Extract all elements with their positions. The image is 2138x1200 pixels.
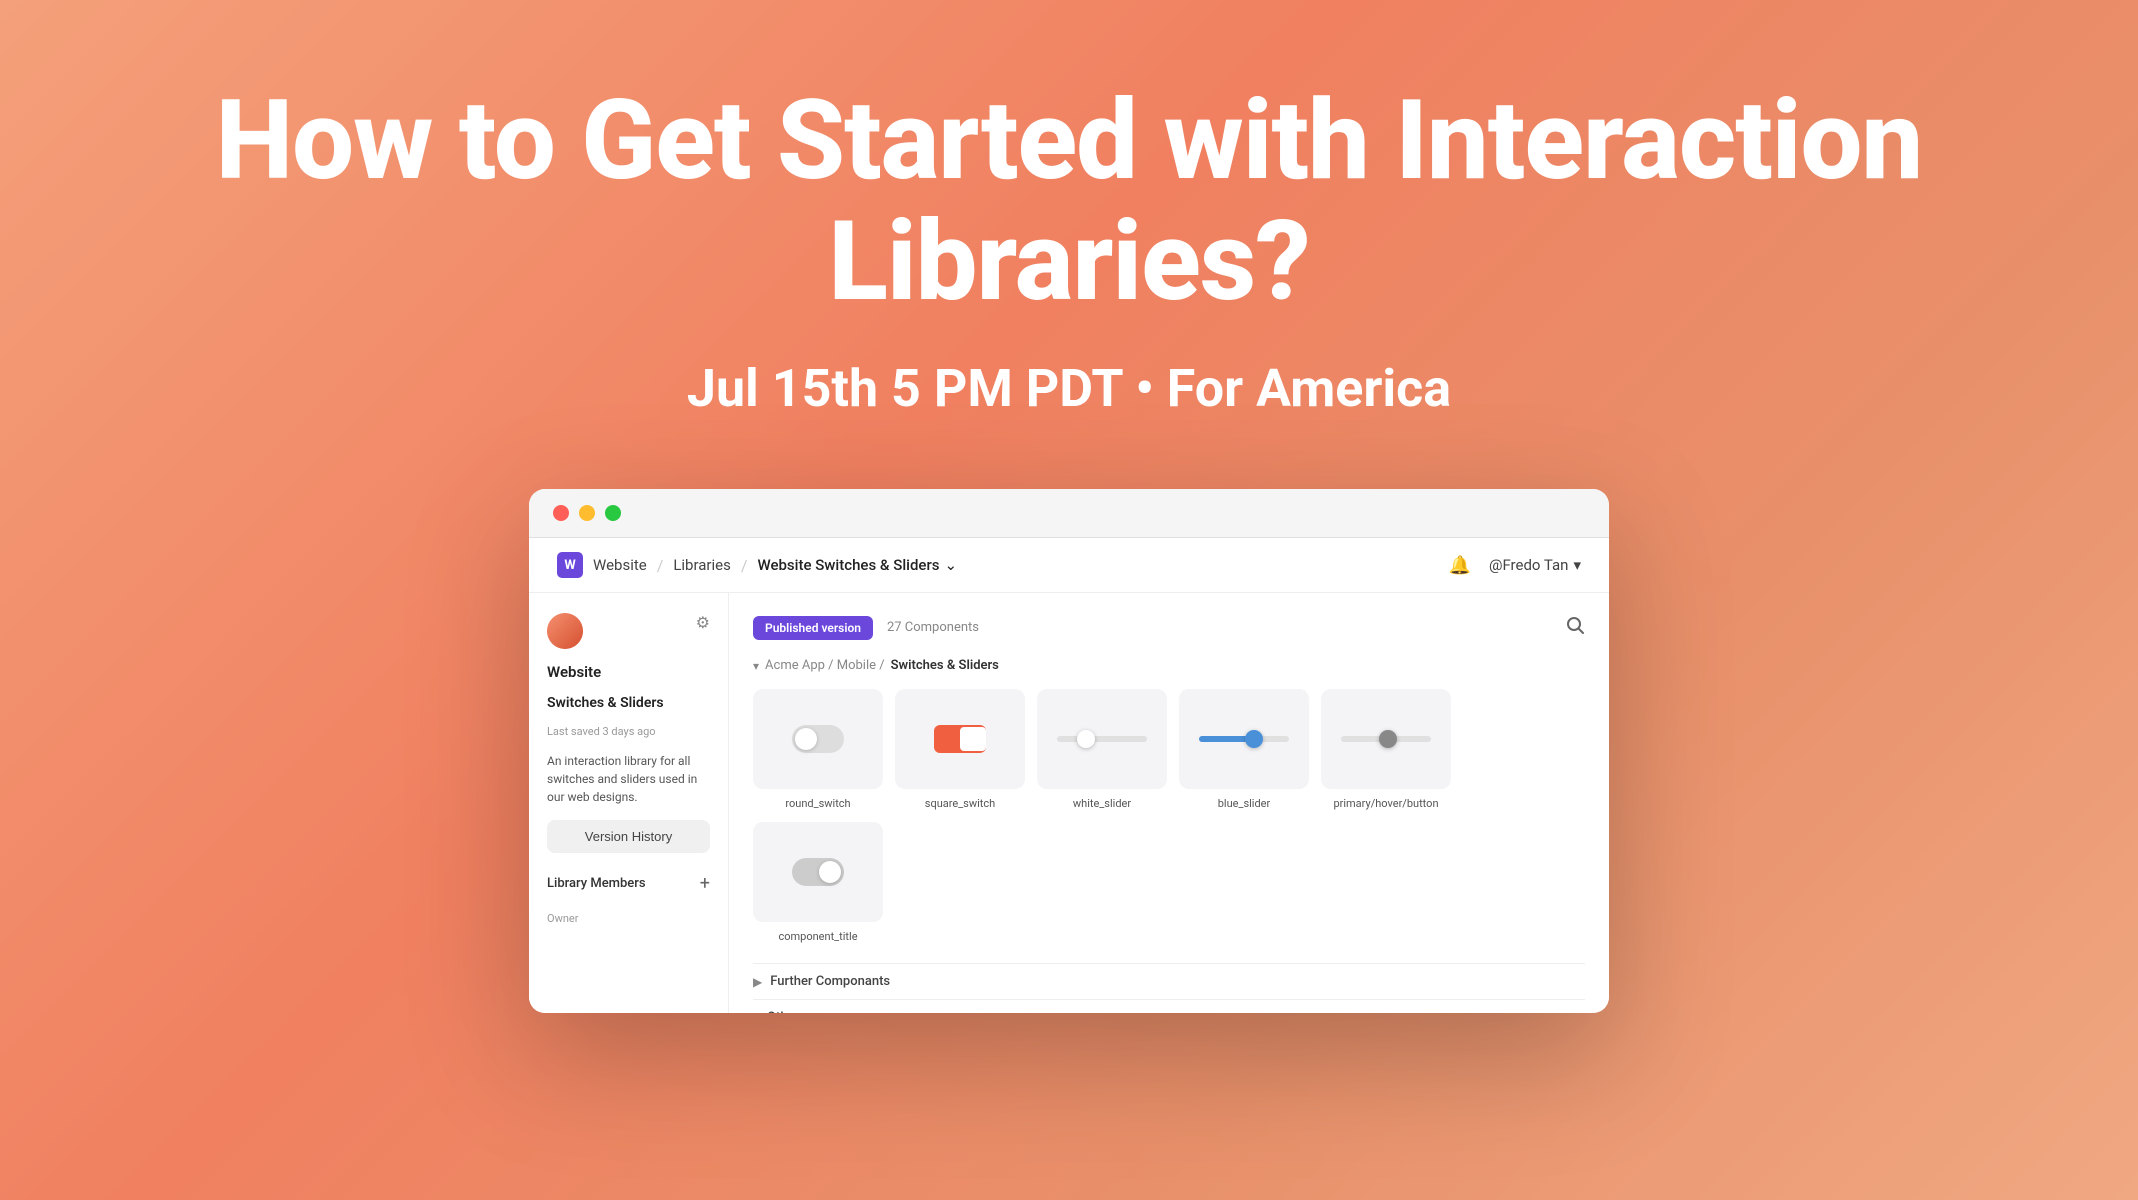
nav-website[interactable]: Website bbox=[593, 556, 647, 574]
white-slider-thumb bbox=[1077, 730, 1095, 748]
round-switch-thumb bbox=[795, 728, 817, 750]
component-item-primary-slider[interactable]: primary/hover/button bbox=[1321, 689, 1451, 810]
component-card-blue-slider bbox=[1179, 689, 1309, 789]
nav-sep-2: / bbox=[741, 556, 748, 575]
further-components-label: Further Componants bbox=[770, 974, 890, 989]
hero-section: How to Get Started with Interaction Libr… bbox=[0, 0, 2138, 479]
breadcrumb-current: Switches & Sliders bbox=[891, 658, 999, 673]
primary-slider-label: primary/hover/button bbox=[1333, 797, 1438, 810]
others-section[interactable]: ▾ Others bbox=[753, 999, 1585, 1013]
panel-header: Published version 27 Components bbox=[753, 615, 1585, 640]
traffic-light-yellow[interactable] bbox=[579, 505, 595, 521]
hero-title: How to Get Started with Interaction Libr… bbox=[20, 80, 2118, 322]
blue-slider-label: blue_slider bbox=[1218, 797, 1271, 810]
traffic-light-red[interactable] bbox=[553, 505, 569, 521]
traffic-light-green[interactable] bbox=[605, 505, 621, 521]
blue-slider-thumb bbox=[1245, 730, 1263, 748]
component-card-round-switch bbox=[753, 689, 883, 789]
nav-bar: W Website / Libraries / Website Switches… bbox=[529, 538, 1609, 593]
nav-current-page[interactable]: Website Switches & Sliders ⌄ bbox=[757, 556, 957, 574]
user-dropdown-icon: ▾ bbox=[1573, 556, 1581, 574]
gray-slider-thumb bbox=[1379, 730, 1397, 748]
published-badge: Published version bbox=[753, 616, 873, 640]
breadcrumb-toggle-icon[interactable]: ▾ bbox=[753, 659, 759, 673]
panel-header-left: Published version 27 Components bbox=[753, 616, 979, 640]
main-content: ⚙ Website Switches & Sliders Last saved … bbox=[529, 593, 1609, 1013]
sidebar-description: An interaction library for all switches … bbox=[547, 752, 710, 806]
bell-icon[interactable]: 🔔 bbox=[1449, 555, 1471, 576]
others-label: Others bbox=[767, 1010, 806, 1013]
component-card-square-switch bbox=[895, 689, 1025, 789]
further-chevron-icon: ▶ bbox=[753, 975, 762, 989]
component-grid: round_switch square_switch bbox=[753, 689, 1585, 943]
further-components-section[interactable]: ▶ Further Componants bbox=[753, 963, 1585, 999]
square-switch-track bbox=[934, 725, 986, 753]
square-switch-thumb bbox=[960, 727, 986, 751]
app-window: W Website / Libraries / Website Switches… bbox=[529, 489, 1609, 1013]
sidebar-title: Website bbox=[547, 663, 710, 681]
component-card-component-title bbox=[753, 822, 883, 922]
breadcrumb-row: ▾ Acme App / Mobile / Switches & Sliders bbox=[753, 658, 1585, 673]
add-member-icon[interactable]: + bbox=[700, 873, 710, 894]
component-card-primary-slider bbox=[1321, 689, 1451, 789]
library-members-label: Library Members bbox=[547, 876, 646, 891]
library-members-section: Library Members + bbox=[547, 873, 710, 894]
component-card-white-slider bbox=[1037, 689, 1167, 789]
nav-left: W Website / Libraries / Website Switches… bbox=[557, 552, 957, 578]
hero-subtitle: Jul 15th 5 PM PDT • For America bbox=[20, 358, 2118, 419]
component-item-component-title[interactable]: component_title bbox=[753, 822, 883, 943]
version-history-button[interactable]: Version History bbox=[547, 820, 710, 853]
owner-label: Owner bbox=[547, 912, 710, 925]
components-count: 27 Components bbox=[887, 620, 979, 635]
nav-user[interactable]: @Fredo Tan ▾ bbox=[1489, 556, 1581, 574]
white-slider-track bbox=[1057, 736, 1147, 742]
nav-dropdown-icon: ⌄ bbox=[944, 556, 957, 574]
comp-switch-thumb bbox=[819, 861, 841, 883]
square-switch-label: square_switch bbox=[925, 797, 995, 810]
blue-slider-track bbox=[1199, 736, 1289, 742]
sidebar-meta: Last saved 3 days ago bbox=[547, 725, 710, 738]
right-panel: Published version 27 Components ▾ Acme A… bbox=[729, 593, 1609, 1013]
nav-libraries[interactable]: Libraries bbox=[673, 556, 731, 574]
component-item-square-switch[interactable]: square_switch bbox=[895, 689, 1025, 810]
sidebar: ⚙ Website Switches & Sliders Last saved … bbox=[529, 593, 729, 1013]
component-item-blue-slider[interactable]: blue_slider bbox=[1179, 689, 1309, 810]
nav-sep-1: / bbox=[657, 556, 664, 575]
comp-switch-track bbox=[792, 858, 844, 886]
avatar-image bbox=[547, 613, 583, 649]
component-item-white-slider[interactable]: white_slider bbox=[1037, 689, 1167, 810]
component-item-round-switch[interactable]: round_switch bbox=[753, 689, 883, 810]
nav-right: 🔔 @Fredo Tan ▾ bbox=[1449, 555, 1581, 576]
white-slider-label: white_slider bbox=[1073, 797, 1131, 810]
round-switch-label: round_switch bbox=[785, 797, 850, 810]
sidebar-subtitle: Switches & Sliders bbox=[547, 695, 710, 711]
avatar bbox=[547, 613, 583, 649]
others-chevron-icon: ▾ bbox=[753, 1011, 759, 1014]
nav-logo[interactable]: W bbox=[557, 552, 583, 578]
sidebar-header: ⚙ bbox=[547, 613, 710, 649]
breadcrumb-path: Acme App / Mobile / bbox=[765, 658, 885, 673]
component-title-label: component_title bbox=[778, 930, 857, 943]
gear-icon[interactable]: ⚙ bbox=[696, 613, 710, 632]
search-button[interactable] bbox=[1565, 615, 1585, 640]
round-switch-track bbox=[792, 725, 844, 753]
title-bar bbox=[529, 489, 1609, 538]
